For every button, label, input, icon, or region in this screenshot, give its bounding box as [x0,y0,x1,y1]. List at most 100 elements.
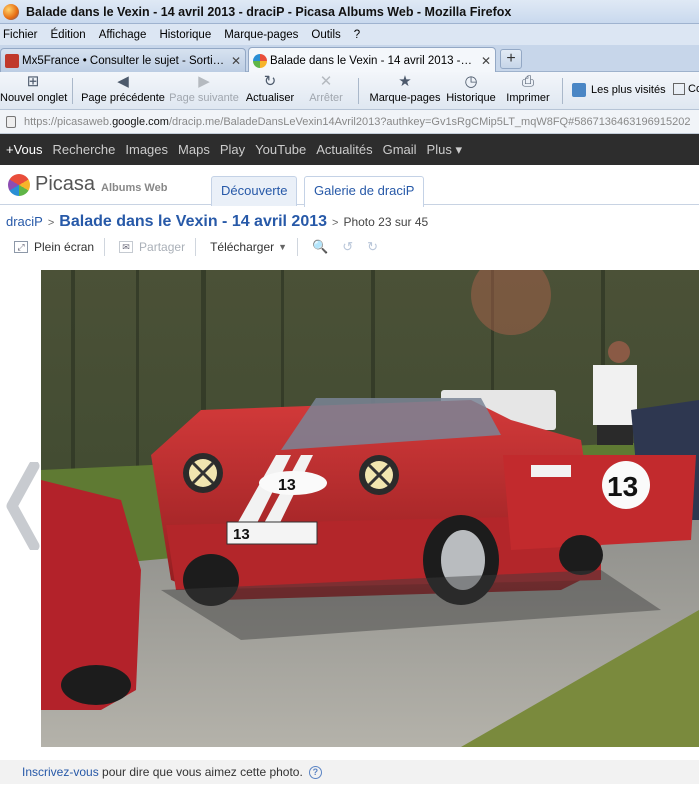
picasa-header: Picasa Albums Web Découverte Galerie de … [0,165,699,207]
menu-affichage[interactable]: Affichage [99,29,147,41]
back-button[interactable]: ◀ Page précédente [80,73,166,105]
fullscreen-button[interactable]: ⤢ Plein écran [14,240,94,254]
bookmark-page-icon [673,83,685,95]
history-button[interactable]: ◷ Historique [444,73,498,105]
like-prompt-text: pour dire que vous aimez cette photo. [98,765,303,779]
menu-help[interactable]: ? [354,29,360,41]
bookmarks-button[interactable]: ★ Marque-pages [368,73,442,105]
menu-fichier[interactable]: Fichier [3,29,38,41]
gbar-maps[interactable]: Maps [178,142,210,157]
tab-label: Mx5France • Consulter le sujet - Sortie … [22,54,225,67]
breadcrumb-separator: > [47,217,55,229]
picasa-pinwheel-icon [8,173,30,196]
breadcrumb-separator: > [332,217,339,229]
breadcrumb-album[interactable]: Balade dans le Vexin - 14 avril 2013 [59,213,327,231]
download-button[interactable]: Télécharger ▼ [210,240,287,254]
rotate-right-icon[interactable]: ↻ [367,239,378,255]
gbar-gmail[interactable]: Gmail [383,142,417,157]
fullscreen-icon: ⤢ [14,241,28,253]
close-tab-icon[interactable]: ✕ [231,54,241,68]
url-text[interactable]: https://picasaweb.google.com/dracip.me/B… [24,116,690,128]
close-tab-icon[interactable]: ✕ [481,54,491,68]
share-mail-icon: ✉ [119,241,134,253]
toolbar-separator [562,78,563,104]
tab-decouverte[interactable]: Découverte [211,176,298,206]
url-path: /dracip.me/BaladeDansLeVexin14Avril2013?… [168,115,691,128]
tab-bar: Mx5France • Consulter le sujet - Sortie … [0,45,699,73]
tab-galerie[interactable]: Galerie de draciP [304,176,425,207]
help-icon[interactable]: ? [308,765,322,779]
hood-number: 13 [278,477,296,494]
breadcrumb-user[interactable]: draciP [6,214,43,229]
menu-edition[interactable]: Édition [51,29,86,41]
fullscreen-label: Plein écran [34,240,95,254]
new-tab-label: Nouvel onglet [0,92,68,104]
browser-window: Balade dans le Vexin - 14 avril 2013 - d… [0,0,699,805]
google-bar: +Vous Recherche Images Maps Play YouTube… [0,134,699,165]
url-domain: google.com [112,115,169,128]
menu-historique[interactable]: Historique [159,29,211,41]
download-label: Télécharger [210,240,275,254]
forward-arrow-icon: ▶ [198,73,210,90]
gbar-plus[interactable]: Plus ▾ [427,142,462,158]
gbar-plus-vous[interactable]: +Vous [6,142,43,157]
stop-icon: ✕ [319,73,333,90]
tab-picasa[interactable]: Balade dans le Vexin - 14 avril 2013 - d… [248,47,496,73]
gbar-recherche[interactable]: Recherche [53,142,116,157]
forward-button[interactable]: ▶ Page suivante [168,73,240,105]
stop-button[interactable]: ✕ Arrêter [304,73,348,105]
printer-icon: ⎙ [521,73,534,90]
history-clock-icon: ◷ [464,73,478,90]
reload-icon: ↻ [263,73,277,90]
picasa-logo[interactable]: Picasa Albums Web [8,173,167,196]
gbar-images[interactable]: Images [125,142,168,157]
previous-photo-arrow-icon[interactable] [4,462,48,550]
print-label: Imprimer [506,92,550,104]
most-visited-label: Les plus visités [591,84,666,96]
toolbar-separator [72,78,73,104]
most-visited-icon [572,83,586,97]
menu-marque-pages[interactable]: Marque-pages [224,29,298,41]
photo-toolbar: ⤢ Plein écran ✉ Partager Télécharger ▼ 🔍… [0,236,699,258]
main-photo[interactable]: 13 13 13 [41,270,699,747]
reload-label: Actualiser [245,92,295,104]
picasa-favicon-icon [253,53,267,68]
url-prefix: https://picasaweb. [24,115,113,128]
reload-button[interactable]: ↻ Actualiser [244,73,296,105]
window-title: Balade dans le Vexin - 14 avril 2013 - d… [26,4,512,19]
chevron-down-icon: ▼ [278,242,288,252]
stop-label: Arrêter [309,92,343,104]
history-label: Historique [446,92,496,104]
back-arrow-icon: ◀ [117,73,129,90]
lock-icon [6,115,16,128]
rotate-left-icon[interactable]: ↺ [342,239,353,255]
zoom-in-icon[interactable]: 🔍 [312,239,328,255]
new-tab-toolbar-button[interactable]: ⊞ Nouvel onglet [0,73,68,105]
picasa-logo-sub: Albums Web [101,181,168,194]
breadcrumb: draciP > Balade dans le Vexin - 14 avril… [6,213,428,233]
menu-bar: Fichier Édition Affichage Historique Mar… [0,24,699,45]
gbar-youtube[interactable]: YouTube [255,142,306,157]
url-bar[interactable]: https://picasaweb.google.com/dracip.me/B… [0,110,699,134]
print-button[interactable]: ⎙ Imprimer [504,73,552,105]
gbar-actualites[interactable]: Actualités [316,142,372,157]
bookmark-item-co[interactable]: Co [673,83,699,95]
tab-label: Balade dans le Vexin - 14 avril 2013 - d… [270,54,475,67]
photo-counter: Photo 23 sur 45 [343,215,429,229]
mx5france-favicon-icon [5,53,19,68]
like-prompt: Inscrivez-vous pour dire que vous aimez … [0,760,699,784]
bookmarks-label: Marque-pages [369,92,441,104]
new-tab-button[interactable]: + [500,49,522,69]
firefox-icon [3,3,19,20]
share-button[interactable]: ✉ Partager [119,240,185,254]
photo-image: 13 13 13 [41,270,699,747]
signup-link[interactable]: Inscrivez-vous [22,765,99,779]
gbar-play[interactable]: Play [220,142,245,157]
new-tab-icon: ⊞ [26,73,40,90]
tab-mx5france[interactable]: Mx5France • Consulter le sujet - Sortie … [0,48,246,72]
plate-number: 13 [233,526,250,543]
most-visited-bookmark[interactable]: Les plus visités [572,83,666,97]
bookmark-co-label: Co [688,83,699,95]
menu-outils[interactable]: Outils [311,29,340,41]
bookmark-star-icon: ★ [398,73,412,90]
